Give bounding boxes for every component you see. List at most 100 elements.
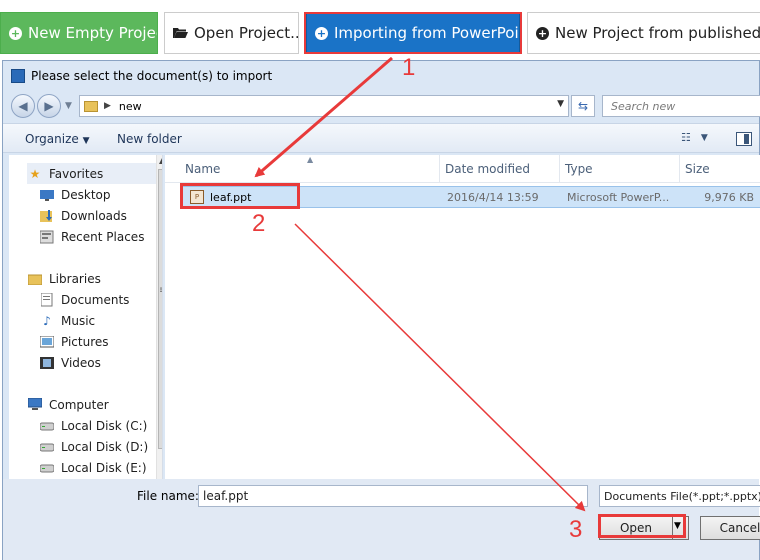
column-name[interactable]: Name	[185, 162, 220, 176]
drive-icon	[39, 440, 55, 454]
new-empty-project-button[interactable]: + New Empty Project	[0, 12, 158, 54]
nav-favorites-label: Favorites	[49, 166, 104, 181]
nav-desktop-label: Desktop	[61, 187, 111, 202]
nav-disk-d-label: Local Disk (D:)	[61, 439, 149, 454]
nav-disk-c[interactable]: Local Disk (C:)	[39, 415, 162, 436]
column-divider[interactable]	[559, 155, 560, 183]
nav-videos-label: Videos	[61, 355, 101, 370]
documents-icon	[39, 292, 55, 307]
chevron-down-icon[interactable]: ▼	[701, 133, 708, 143]
view-list-icon[interactable]: ☷	[681, 131, 691, 144]
column-divider[interactable]	[679, 155, 680, 183]
highlight-import-button	[304, 12, 522, 54]
nav-desktop[interactable]: Desktop	[39, 184, 162, 205]
file-type-select[interactable]: Documents File(*.ppt;*.pptx)	[599, 485, 760, 507]
music-icon: ♪	[43, 313, 51, 328]
scrollbar-thumb[interactable]	[158, 169, 162, 449]
star-icon: ★	[29, 166, 41, 181]
forward-button[interactable]: ▶	[37, 94, 61, 118]
recent-locations-dropdown[interactable]: ▼	[65, 101, 72, 111]
navigation-pane: ★ Favorites Desktop Downloads Recent Pla…	[9, 155, 163, 535]
nav-computer[interactable]: Computer	[27, 394, 162, 415]
back-button[interactable]: ◀	[11, 94, 35, 118]
breadcrumb-chevron-icon[interactable]: ▶	[104, 101, 111, 111]
column-date-modified[interactable]: Date modified	[445, 162, 530, 176]
new-from-published-button[interactable]: + New Project from published file	[527, 12, 760, 54]
nav-downloads-label: Downloads	[61, 208, 127, 223]
file-name-label: File name:	[137, 489, 199, 503]
refresh-icon: ⇆	[577, 99, 589, 113]
column-divider[interactable]	[439, 155, 440, 183]
scroll-grip-icon: ≡	[159, 285, 162, 296]
search-input[interactable]: Search new	[602, 95, 760, 117]
app-icon	[11, 69, 25, 83]
nav-videos[interactable]: Videos	[39, 352, 162, 373]
open-project-button[interactable]: Open Project...	[164, 12, 299, 54]
sort-up-icon: ▲	[307, 155, 314, 164]
column-headers: ▲ Name Date modified Type Size	[165, 155, 760, 183]
new-from-published-label: New Project from published file	[555, 24, 760, 42]
file-name-input[interactable]: leaf.ppt	[198, 485, 588, 507]
nav-documents-label: Documents	[61, 292, 130, 307]
address-dropdown-icon[interactable]: ▼	[557, 99, 564, 109]
nav-downloads[interactable]: Downloads	[39, 205, 162, 226]
folder-open-icon	[173, 27, 188, 39]
step-number-1: 1	[402, 54, 416, 81]
address-row: ◀ ▶ ▼ ▶ new ▼ ⇆ Search new	[3, 91, 760, 121]
videos-icon	[39, 356, 55, 370]
computer-icon	[27, 398, 43, 412]
plus-circle-icon: +	[536, 26, 549, 40]
nav-disk-e[interactable]: Local Disk (E:)	[39, 457, 162, 478]
new-folder-button[interactable]: New folder	[117, 132, 182, 146]
command-bar: Organize ▼ New folder ☷ ▼	[3, 123, 759, 153]
nav-recent-places-label: Recent Places	[61, 229, 145, 244]
nav-documents[interactable]: Documents	[39, 289, 162, 310]
nav-disk-e-label: Local Disk (E:)	[61, 460, 147, 475]
dialog-title: Please select the document(s) to import	[31, 69, 273, 83]
nav-music-label: Music	[61, 313, 96, 328]
file-type: Microsoft PowerP...	[567, 190, 670, 204]
step-number-2: 2	[252, 210, 266, 237]
libraries-icon	[27, 272, 43, 286]
cancel-button[interactable]: Cancel	[700, 516, 760, 540]
recent-places-icon	[39, 230, 55, 244]
column-size[interactable]: Size	[685, 162, 710, 176]
dialog-titlebar: Please select the document(s) to import	[3, 61, 759, 91]
breadcrumb-folder[interactable]: new	[119, 100, 142, 113]
preview-pane-icon[interactable]	[736, 132, 752, 146]
highlight-file-row	[180, 183, 300, 209]
nav-favorites[interactable]: ★ Favorites	[27, 163, 162, 184]
scroll-up-icon[interactable]: ▲	[159, 156, 162, 165]
drive-icon	[39, 461, 55, 475]
downloads-icon	[39, 209, 55, 223]
chevron-down-icon: ▼	[82, 136, 90, 146]
nav-recent-places[interactable]: Recent Places	[39, 226, 162, 247]
address-bar[interactable]: ▶ new ▼	[79, 95, 569, 117]
open-project-label: Open Project...	[194, 24, 299, 42]
nav-music[interactable]: ♪ Music	[39, 310, 162, 331]
drive-icon	[39, 419, 55, 433]
desktop-icon	[39, 188, 55, 202]
organize-menu[interactable]: Organize ▼	[25, 132, 90, 146]
file-size: 9,976 KB	[704, 190, 754, 204]
nav-pictures-label: Pictures	[61, 334, 109, 349]
new-empty-project-label: New Empty Project	[28, 24, 158, 42]
organize-label: Organize	[25, 132, 79, 146]
arrow-left-icon: ◀	[18, 99, 28, 113]
step-number-3: 3	[569, 516, 583, 543]
nav-libraries[interactable]: Libraries	[27, 268, 162, 289]
refresh-button[interactable]: ⇆	[571, 95, 595, 117]
plus-circle-icon: +	[9, 26, 22, 40]
nav-scrollbar[interactable]: ▲ ≡ ▼	[156, 155, 162, 535]
file-date: 2016/4/14 13:59	[447, 190, 539, 204]
view-options[interactable]: ☷ ▼	[681, 131, 708, 144]
folder-icon	[84, 100, 98, 112]
nav-computer-label: Computer	[49, 397, 109, 412]
import-file-dialog: Please select the document(s) to import …	[2, 60, 760, 560]
nav-disk-c-label: Local Disk (C:)	[61, 418, 148, 433]
nav-disk-d[interactable]: Local Disk (D:)	[39, 436, 162, 457]
highlight-open-button	[598, 514, 686, 538]
column-type[interactable]: Type	[565, 162, 593, 176]
nav-pictures[interactable]: Pictures	[39, 331, 162, 352]
arrow-right-icon: ▶	[44, 99, 54, 113]
